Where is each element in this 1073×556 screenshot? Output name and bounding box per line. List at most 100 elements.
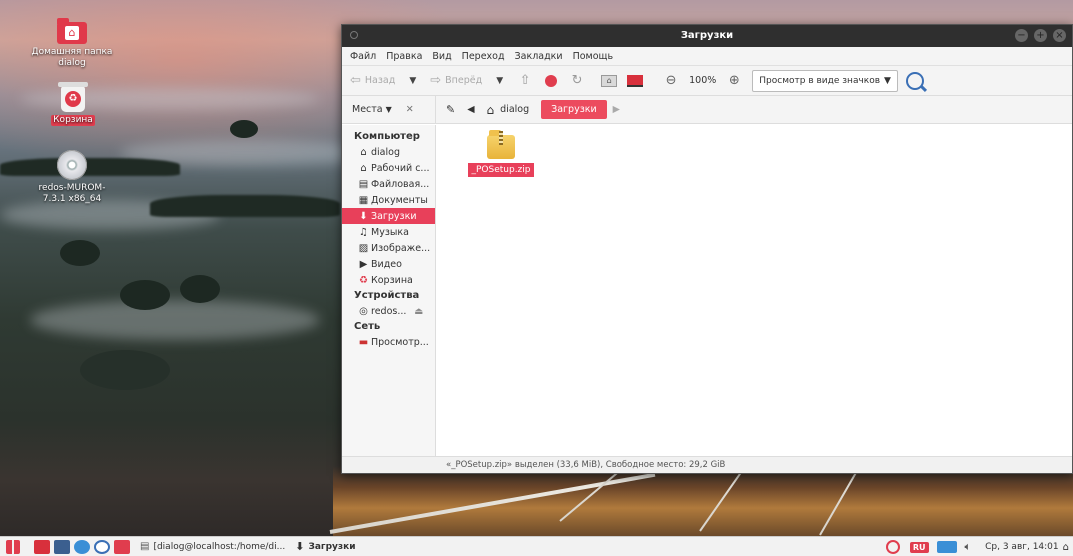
reload-icon[interactable]: ↻ bbox=[569, 73, 585, 89]
places-sidebar: Компьютер ⌂ dialog ⌂ Рабочий с... ▤ Файлова… bbox=[342, 125, 436, 457]
downloads-icon: ⬇ bbox=[359, 210, 368, 222]
music-icon: ♫ bbox=[359, 226, 368, 238]
task-terminal[interactable]: ▤ [dialog@localhost:/home/di... bbox=[140, 541, 285, 552]
menubar: Файл Правка Вид Переход Закладки Помощь bbox=[342, 47, 1072, 66]
edit-path-icon[interactable]: ✎ bbox=[446, 103, 455, 116]
documents-icon: ▦ bbox=[358, 194, 369, 206]
sidebar-item-network[interactable]: ▬ Просмотр... bbox=[342, 334, 435, 350]
filesystem-icon: ▤ bbox=[358, 178, 369, 190]
sidebar-item-documents[interactable]: ▦ Документы bbox=[342, 192, 435, 208]
toolbar: ⇦ Назад ▼ ⇨ Вперёд ▼ ⇧ ↻ ⌂ ⊖ 100% ⊕ Прос… bbox=[342, 66, 1072, 96]
crumb-home-icon[interactable]: ⌂ bbox=[487, 103, 495, 117]
user-icon[interactable]: ⌂ bbox=[1063, 542, 1069, 553]
crumb-forward-arrow-icon[interactable]: ▶ bbox=[613, 104, 620, 115]
desktop-icon: ⌂ bbox=[360, 162, 367, 174]
start-menu-icon[interactable] bbox=[6, 539, 20, 554]
view-mode-label: Просмотр в виде значков bbox=[759, 75, 881, 86]
file-view[interactable]: _POSetup.zip bbox=[436, 125, 1072, 457]
pictures-icon: ▨ bbox=[358, 242, 369, 254]
sidebar-item-disc[interactable]: ◎ redos... ⏏ bbox=[342, 303, 435, 319]
forward-arrow-icon: ⇨ bbox=[430, 73, 442, 88]
keyboard-layout-indicator[interactable]: RU bbox=[909, 541, 929, 553]
back-button[interactable]: ⇦ Назад bbox=[350, 73, 395, 88]
places-label: Места bbox=[352, 104, 383, 115]
crumb-back-arrow-icon[interactable]: ◀ bbox=[467, 104, 474, 115]
sidebar-item-filesystem[interactable]: ▤ Файловая... bbox=[342, 176, 435, 192]
sidebar-item-downloads[interactable]: ⬇ Загрузки bbox=[342, 208, 435, 224]
update-icon[interactable] bbox=[885, 540, 900, 554]
computer-icon[interactable] bbox=[627, 73, 644, 89]
desktop-icon-label: Домашняя папка dialog bbox=[31, 47, 113, 68]
eject-icon[interactable]: ⏏ bbox=[414, 306, 423, 317]
desktop-icon-trash[interactable]: ♻ Корзина bbox=[23, 82, 123, 126]
menu-go[interactable]: Переход bbox=[462, 51, 505, 62]
network-icon: ▬ bbox=[358, 336, 369, 348]
close-sidebar-icon[interactable]: ✕ bbox=[406, 104, 414, 115]
file-manager-window: Загрузки − + × Файл Правка Вид Переход З… bbox=[341, 24, 1073, 474]
file-item[interactable]: _POSetup.zip bbox=[466, 130, 536, 177]
sidebar-item-video[interactable]: ▶ Видео bbox=[342, 256, 435, 272]
up-icon[interactable]: ⇧ bbox=[517, 73, 533, 89]
downloads-icon: ⬇ bbox=[295, 540, 305, 553]
sidebar-section-devices: Устройства bbox=[354, 290, 420, 301]
zoom-out-icon[interactable]: ⊖ bbox=[663, 73, 679, 89]
system-tray: RU 🔈︎ Ср, 3 авг, 14:01 ⌂ bbox=[885, 539, 1069, 555]
task-downloads[interactable]: ⬇ Загрузки bbox=[295, 540, 355, 553]
search-launcher-icon[interactable] bbox=[94, 539, 110, 554]
terminal-icon: ▤ bbox=[140, 541, 150, 552]
crumb-downloads[interactable]: Загрузки bbox=[541, 100, 607, 119]
forward-history-dropdown[interactable]: ▼ bbox=[496, 76, 503, 86]
chevron-down-icon: ▼ bbox=[884, 75, 891, 86]
zoom-level: 100% bbox=[689, 75, 717, 86]
close-icon[interactable]: × bbox=[1053, 29, 1066, 42]
sidebar-section-computer: Компьютер bbox=[354, 131, 420, 142]
stop-icon[interactable] bbox=[543, 73, 559, 89]
sidebar-item-desktop[interactable]: ⌂ Рабочий с... bbox=[342, 160, 435, 176]
home-icon: ⌂ bbox=[360, 146, 367, 158]
window-body: Компьютер ⌂ dialog ⌂ Рабочий с... ▤ Файлова… bbox=[342, 125, 1072, 457]
status-bar: «_POSetup.zip» выделен (33,6 MiB), Свобо… bbox=[342, 456, 1072, 473]
file-name: _POSetup.zip bbox=[468, 163, 534, 177]
browser-icon[interactable] bbox=[74, 539, 90, 554]
window-titlebar[interactable]: Загрузки − + × bbox=[342, 25, 1072, 47]
desktop-icon-label: redos-MUROM-7.3.1 x86_64 bbox=[38, 183, 106, 204]
sidebar-item-dialog[interactable]: ⌂ dialog bbox=[342, 144, 435, 160]
back-history-dropdown[interactable]: ▼ bbox=[409, 76, 416, 86]
trash-icon: ♻ bbox=[58, 82, 88, 112]
menu-help[interactable]: Помощь bbox=[573, 51, 613, 62]
sidebar-item-music[interactable]: ♫ Музыка bbox=[342, 224, 435, 240]
sidebar-item-trash[interactable]: ♻ Корзина bbox=[342, 272, 435, 288]
terminal-launcher-icon[interactable] bbox=[54, 539, 70, 554]
back-arrow-icon: ⇦ bbox=[350, 73, 361, 88]
zoom-in-icon[interactable]: ⊕ bbox=[726, 73, 742, 89]
show-desktop-icon[interactable] bbox=[34, 539, 50, 554]
menu-file[interactable]: Файл bbox=[350, 51, 376, 62]
task-label: Загрузки bbox=[308, 541, 356, 552]
trash-icon: ♻ bbox=[359, 274, 368, 286]
task-label: [dialog@localhost:/home/di... bbox=[153, 541, 286, 552]
places-header[interactable]: Места ▼ ✕ bbox=[342, 96, 436, 123]
menu-bookmarks[interactable]: Закладки bbox=[515, 51, 563, 62]
volume-icon[interactable]: 🔈︎ bbox=[965, 540, 972, 554]
menu-view[interactable]: Вид bbox=[432, 51, 451, 62]
home-icon[interactable]: ⌂ bbox=[601, 73, 618, 89]
home-folder-icon: ⌂ bbox=[57, 18, 87, 44]
chevron-down-icon: ▼ bbox=[385, 105, 392, 114]
desktop-icon-home-folder[interactable]: ⌂ Домашняя папка dialog bbox=[22, 18, 122, 69]
taskbar: ▤ [dialog@localhost:/home/di... ⬇ Загруз… bbox=[0, 536, 1073, 556]
files-launcher-icon[interactable] bbox=[114, 539, 130, 554]
back-label: Назад bbox=[364, 75, 396, 86]
network-status-icon[interactable] bbox=[936, 541, 957, 553]
desktop-icon-disc[interactable]: redos-MUROM-7.3.1 x86_64 bbox=[22, 150, 122, 205]
view-mode-select[interactable]: Просмотр в виде значков ▼ bbox=[752, 69, 898, 92]
menu-edit[interactable]: Правка bbox=[386, 51, 422, 62]
maximize-icon[interactable]: + bbox=[1034, 29, 1047, 42]
sidebar-item-pictures[interactable]: ▨ Изображе... bbox=[342, 240, 435, 256]
minimize-icon[interactable]: − bbox=[1015, 29, 1028, 42]
desktop-icon-label: Корзина bbox=[51, 115, 95, 126]
forward-button[interactable]: ⇨ Вперёд bbox=[430, 73, 482, 88]
clock[interactable]: Ср, 3 авг, 14:01 bbox=[985, 542, 1059, 552]
disc-icon: ◎ bbox=[359, 305, 368, 317]
search-icon[interactable] bbox=[905, 71, 924, 90]
crumb-dialog[interactable]: dialog bbox=[500, 104, 529, 115]
